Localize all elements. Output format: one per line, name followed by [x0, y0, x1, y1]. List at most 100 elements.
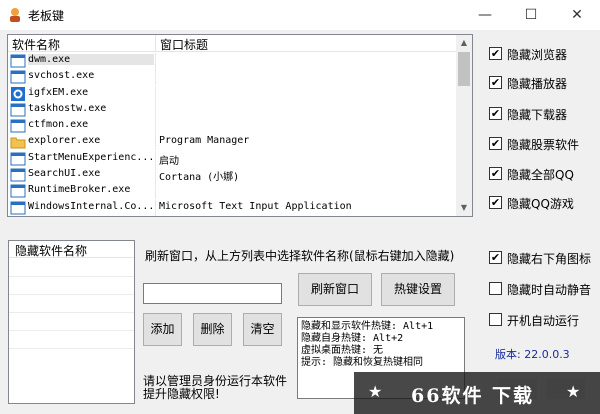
- checkbox-hide-qq-games[interactable]: ✔: [489, 196, 502, 209]
- cell-divider: [155, 53, 156, 69]
- option-label: 隐藏下载器: [507, 108, 568, 122]
- star-icon: ★: [566, 382, 581, 401]
- cell-divider: [155, 134, 156, 151]
- cell-divider: [155, 167, 156, 184]
- table-row[interactable]: SearchUI.exe Cortana (小娜): [8, 167, 457, 184]
- process-name: StartMenuExperienc...: [28, 151, 154, 163]
- process-name: svchost.exe: [28, 70, 95, 82]
- table-row[interactable]: explorer.exe Program Manager: [8, 134, 457, 151]
- cell-divider: [155, 199, 156, 216]
- column-header-window-title[interactable]: 窗口标题: [160, 36, 208, 53]
- checkbox-auto-mute[interactable]: [489, 282, 502, 295]
- checkbox-hide-all-qq[interactable]: ✔: [489, 167, 502, 180]
- table-row[interactable]: StartMenuExperienc... 启动: [8, 150, 457, 167]
- list-divider: [9, 312, 134, 313]
- scrollbar-thumb[interactable]: [458, 52, 470, 86]
- gear-icon: [11, 86, 25, 101]
- process-list[interactable]: 软件名称 窗口标题 dwm.exe svchost.exe igfxEM.exe…: [7, 34, 473, 217]
- option-label: 隐藏QQ游戏: [507, 197, 574, 211]
- option-label: 隐藏浏览器: [507, 48, 568, 62]
- table-row[interactable]: igfxEM.exe: [8, 85, 457, 102]
- refresh-window-button[interactable]: 刷新窗口: [298, 273, 372, 306]
- checkbox-hide-tray-icon[interactable]: ✔: [489, 251, 502, 264]
- title-bar: 老板键 — ☐ ✕: [0, 0, 600, 30]
- minimize-button[interactable]: —: [462, 0, 508, 30]
- admin-notice: 请以管理员身份运行本软件 提升隐藏权限!: [143, 375, 287, 401]
- table-row[interactable]: svchost.exe: [8, 69, 457, 86]
- list-divider: [9, 348, 134, 349]
- process-list-header: 软件名称 窗口标题: [8, 35, 457, 52]
- software-name-input[interactable]: [143, 283, 282, 304]
- checkbox-hide-browser[interactable]: ✔: [489, 47, 502, 60]
- app-icon: [10, 8, 20, 22]
- option-label: 隐藏播放器: [507, 77, 568, 91]
- cell-divider: [155, 85, 156, 102]
- process-name: dwm.exe: [28, 54, 154, 65]
- table-row[interactable]: RuntimeBroker.exe: [8, 183, 457, 200]
- checkbox-hide-stock-software[interactable]: ✔: [489, 137, 502, 150]
- option-label: 隐藏全部QQ: [507, 168, 574, 182]
- column-header-software-name[interactable]: 软件名称: [12, 36, 60, 53]
- add-button[interactable]: 添加: [143, 313, 182, 346]
- column-divider[interactable]: [155, 35, 156, 52]
- window-title-cell: Program Manager: [159, 135, 250, 147]
- window-icon: [10, 54, 26, 68]
- cell-divider: [155, 150, 156, 167]
- checkbox-hide-player[interactable]: ✔: [489, 76, 502, 89]
- process-name: ctfmon.exe: [28, 119, 89, 131]
- folder-icon: [10, 137, 26, 149]
- watermark-banner: ★ 66软件 下载 ★: [354, 372, 600, 414]
- table-row[interactable]: dwm.exe: [8, 53, 457, 69]
- list-divider: [9, 330, 134, 331]
- process-name: taskhostw.exe: [28, 102, 107, 114]
- hidden-software-list[interactable]: 隐藏软件名称: [8, 240, 135, 404]
- process-list-scrollbar[interactable]: ▲ ▼: [456, 35, 472, 216]
- process-name: igfxEM.exe: [28, 86, 89, 98]
- window-title-cell: 启动: [159, 155, 179, 167]
- version-label: 版本: 22.0.0.3: [495, 348, 570, 361]
- window-icon: [10, 119, 26, 133]
- hotkey-line: 提示: 隐藏和恢复热键相同: [301, 357, 424, 368]
- cell-divider: [155, 183, 156, 200]
- watermark-text: 66软件 下载: [411, 385, 535, 407]
- cell-divider: [155, 69, 156, 86]
- process-name: WindowsInternal.Co...: [28, 200, 154, 212]
- window-title-cell: Cortana (小娜): [159, 172, 240, 184]
- process-name: RuntimeBroker.exe: [28, 184, 131, 196]
- maximize-button[interactable]: ☐: [508, 0, 554, 30]
- list-divider: [9, 276, 134, 277]
- cell-divider: [155, 101, 156, 118]
- hotkey-line: 隐藏自身热键: Alt+2: [301, 333, 404, 344]
- scroll-up-icon[interactable]: ▲: [456, 35, 472, 51]
- window-title-cell: Microsoft Text Input Application: [159, 200, 352, 212]
- process-name: SearchUI.exe: [28, 168, 101, 180]
- table-row[interactable]: ctfmon.exe: [8, 118, 457, 135]
- list-divider: [9, 294, 134, 295]
- star-icon: ★: [368, 382, 383, 401]
- option-label: 隐藏右下角图标: [507, 252, 592, 266]
- hidden-software-header: 隐藏软件名称: [9, 241, 134, 258]
- delete-button[interactable]: 删除: [193, 313, 232, 346]
- window-icon: [10, 103, 26, 117]
- window-icon: [10, 201, 26, 215]
- window-title: 老板键: [28, 9, 65, 23]
- table-row[interactable]: WindowsInternal.Co... Microsoft Text Inp…: [8, 199, 457, 216]
- checkbox-autostart[interactable]: [489, 313, 502, 326]
- table-row[interactable]: taskhostw.exe: [8, 101, 457, 118]
- hotkey-line: 隐藏和显示软件热键: Alt+1: [301, 321, 434, 332]
- clear-button[interactable]: 清空: [243, 313, 282, 346]
- window-icon: [10, 184, 26, 198]
- hotkey-settings-button[interactable]: 热键设置: [381, 273, 455, 306]
- checkbox-hide-downloader[interactable]: ✔: [489, 107, 502, 120]
- hotkey-line: 虚拟桌面热键: 无: [301, 345, 384, 356]
- process-name: explorer.exe: [28, 135, 101, 147]
- close-button[interactable]: ✕: [554, 0, 600, 30]
- admin-notice-line: 提升隐藏权限!: [143, 387, 220, 401]
- window-icon: [10, 70, 26, 84]
- process-rows: dwm.exe svchost.exe igfxEM.exe taskhostw…: [8, 53, 457, 216]
- scroll-down-icon[interactable]: ▼: [456, 200, 472, 216]
- option-label: 隐藏股票软件: [507, 138, 580, 152]
- window-icon: [10, 152, 26, 166]
- instruction-text: 刷新窗口，从上方列表中选择软件名称(鼠标右键加入隐藏): [145, 249, 455, 263]
- window-icon: [10, 168, 26, 182]
